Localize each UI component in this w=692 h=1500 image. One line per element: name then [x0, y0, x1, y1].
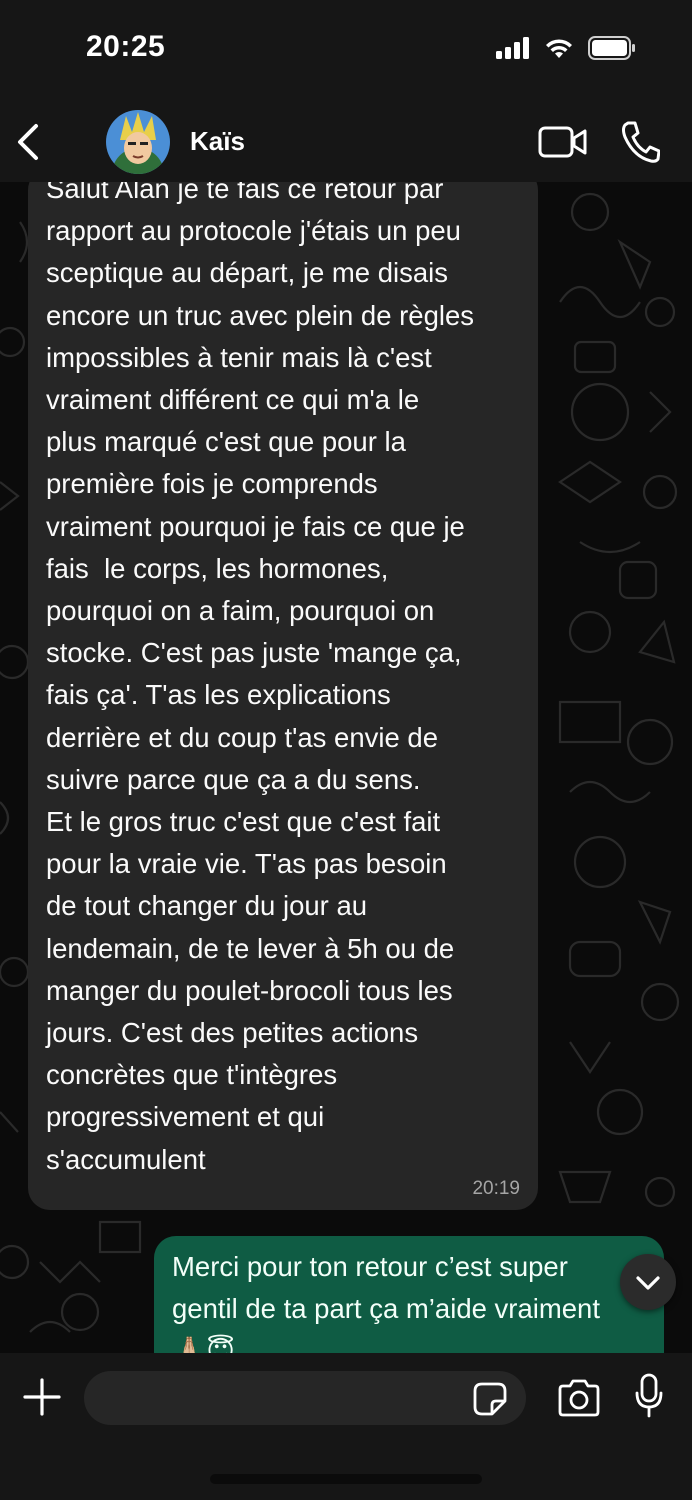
phone-icon[interactable]: [620, 120, 660, 164]
avatar[interactable]: [106, 110, 170, 174]
scroll-to-bottom-button[interactable]: [620, 1254, 676, 1310]
status-time: 20:25: [86, 30, 166, 63]
message-timestamp: 20:19: [472, 1178, 520, 1199]
home-indicator: [210, 1474, 482, 1484]
status-icons: [496, 36, 636, 60]
contact-name[interactable]: Kaïs: [190, 126, 245, 157]
back-icon[interactable]: [14, 122, 44, 162]
chat-area[interactable]: Salut Alan je te fais ce retour par rapp…: [0, 182, 692, 1353]
camera-icon[interactable]: [556, 1379, 602, 1417]
message-input-bar: [0, 1353, 692, 1500]
plus-icon[interactable]: [22, 1377, 62, 1417]
wifi-icon: [546, 39, 572, 58]
incoming-message-bubble[interactable]: Salut Alan je te fais ce retour par rapp…: [28, 182, 538, 1210]
status-bar: 20:25: [0, 0, 692, 100]
chat-header: Kaïs: [0, 100, 692, 182]
outgoing-message-text: Merci pour ton retour c’est super gentil…: [172, 1251, 600, 1353]
incoming-message-text: Salut Alan je te fais ce retour par rapp…: [46, 182, 475, 1175]
outgoing-message-bubble[interactable]: Merci pour ton retour c’est super gentil…: [154, 1236, 664, 1353]
battery-icon: [588, 36, 635, 60]
chevron-down-icon: [636, 1276, 660, 1290]
sticker-icon[interactable]: [472, 1381, 508, 1417]
signal-icon: [496, 37, 529, 59]
microphone-icon[interactable]: [634, 1373, 664, 1419]
message-input[interactable]: [84, 1371, 526, 1425]
video-call-icon[interactable]: [538, 122, 588, 162]
